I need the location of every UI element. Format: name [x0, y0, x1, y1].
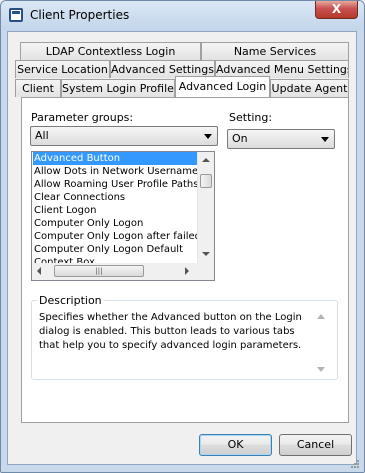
scroll-down-icon[interactable]: [202, 252, 210, 256]
tab-service-location[interactable]: Service Location: [15, 60, 110, 78]
tab-name-services[interactable]: Name Services: [201, 42, 349, 60]
ok-button[interactable]: OK: [199, 434, 272, 456]
scroll-down-icon[interactable]: [317, 367, 325, 372]
list-item[interactable]: Computer Only Logon Default: [33, 243, 198, 256]
list-item[interactable]: Client Logon: [33, 204, 198, 217]
setting-select[interactable]: On: [227, 129, 335, 149]
list-item[interactable]: Computer Only Logon: [33, 217, 198, 230]
parameter-list[interactable]: Advanced Button Allow Dots in Network Us…: [31, 151, 215, 281]
setting-value: On: [232, 132, 248, 145]
window-title: Client Properties: [30, 8, 130, 22]
setting-label: Setting:: [229, 111, 273, 124]
resize-grip-icon[interactable]: [350, 459, 360, 469]
scroll-up-icon[interactable]: [202, 158, 210, 162]
parameter-groups-select[interactable]: All: [30, 126, 218, 146]
tab-advanced-login[interactable]: Advanced Login: [175, 76, 270, 97]
list-item[interactable]: Allow Roaming User Profile Paths t: [33, 178, 198, 191]
parameter-list-items: Advanced Button Allow Dots in Network Us…: [33, 152, 198, 264]
chevron-down-icon: [321, 137, 329, 142]
scroll-up-icon[interactable]: [317, 314, 325, 319]
window-icon: [9, 8, 23, 22]
tab-update-agent[interactable]: Update Agent: [270, 79, 349, 97]
title-bar[interactable]: Client Properties X: [1, 1, 364, 31]
description-label: Description: [37, 294, 104, 307]
cancel-button[interactable]: Cancel: [279, 434, 352, 456]
close-button[interactable]: X: [315, 1, 358, 19]
scroll-right-icon[interactable]: [185, 267, 189, 275]
parameter-groups-label: Parameter groups:: [31, 111, 134, 124]
tab-client[interactable]: Client: [15, 79, 61, 97]
list-item[interactable]: Computer Only Logon after failed: [33, 230, 198, 243]
list-item[interactable]: Clear Connections: [33, 191, 198, 204]
scroll-corner: [197, 263, 214, 280]
parameter-groups-value: All: [35, 129, 49, 142]
scroll-left-icon[interactable]: [37, 267, 41, 275]
list-horizontal-scrollbar[interactable]: |||: [32, 263, 197, 280]
chevron-down-icon: [204, 134, 212, 139]
description-text: Specifies whether the Advanced button on…: [39, 312, 302, 351]
tab-ldap-contextless-login[interactable]: LDAP Contextless Login: [20, 42, 201, 60]
list-item[interactable]: Allow Dots in Network Username: [33, 165, 198, 178]
vertical-scroll-thumb[interactable]: [200, 174, 212, 188]
client-properties-window: Client Properties X LDAP Contextless Log…: [0, 0, 365, 473]
list-vertical-scrollbar[interactable]: [197, 152, 214, 264]
list-item[interactable]: Advanced Button: [33, 152, 198, 165]
horizontal-scroll-thumb[interactable]: |||: [54, 265, 144, 277]
description-scrollbar[interactable]: [315, 313, 327, 373]
tab-system-login-profiles[interactable]: System Login Profiles: [61, 79, 175, 97]
